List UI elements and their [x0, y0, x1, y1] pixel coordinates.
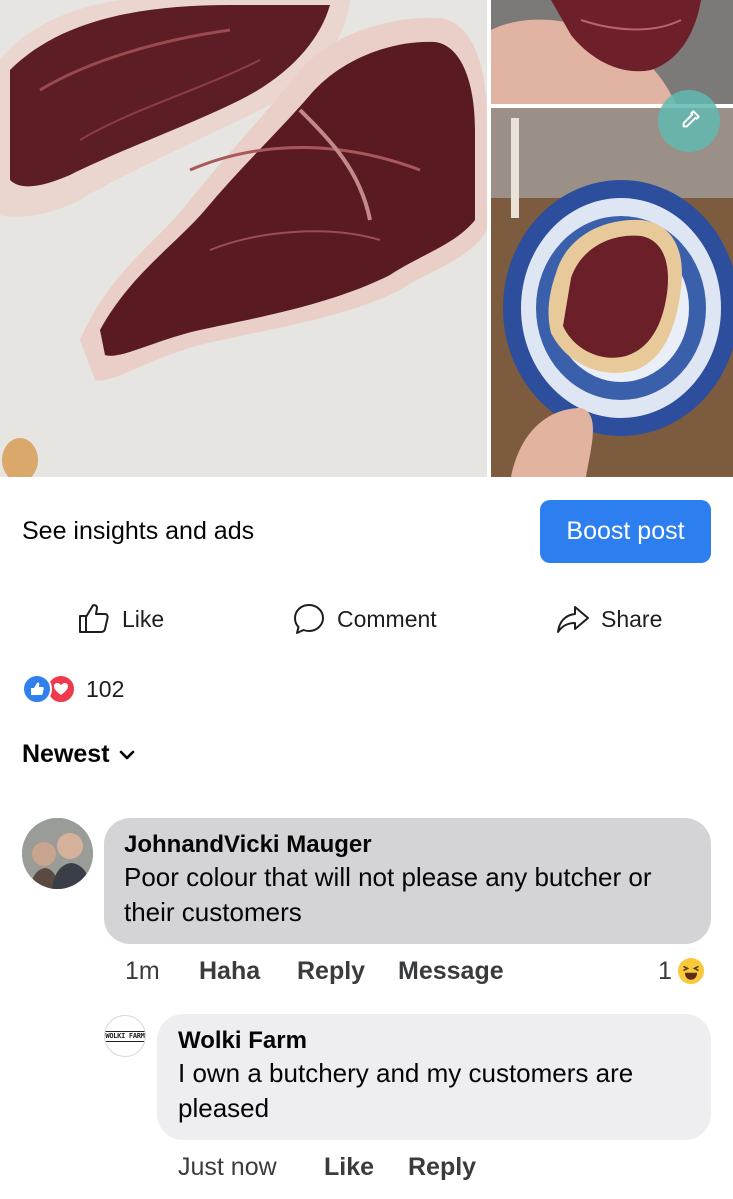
sort-label: Newest	[22, 740, 110, 768]
share-arrow-icon	[557, 606, 589, 633]
share-label: Share	[601, 605, 663, 632]
comment-button[interactable]: Comment	[291, 594, 437, 644]
eyedropper-icon	[682, 110, 700, 128]
reply-link[interactable]: Reply	[297, 957, 398, 986]
reply-link[interactable]: Reply	[408, 1153, 476, 1182]
comment-author[interactable]: Wolki Farm	[178, 1026, 690, 1056]
comment-text: I own a butchery and my customers are pl…	[178, 1058, 634, 1123]
comment-bubble-icon	[294, 604, 324, 634]
comment-meta: Just now Like Reply	[178, 1150, 476, 1184]
like-button[interactable]: Like	[76, 594, 164, 644]
message-link[interactable]: Message	[398, 957, 504, 986]
reply-bubble: Wolki Farm I own a butchery and my custo…	[157, 1014, 711, 1140]
comment-meta: 1m Haha Reply Message	[125, 954, 504, 988]
like-label: Like	[122, 605, 165, 632]
comment-sort-dropdown[interactable]: Newest	[22, 740, 136, 769]
comment-timestamp: Just now	[178, 1152, 277, 1181]
post-action-bar: Like Comment Share	[0, 594, 733, 644]
comment-timestamp: 1m	[125, 956, 160, 985]
comment-reaction-count: 1	[658, 956, 672, 985]
color-picker-button[interactable]	[658, 90, 720, 152]
see-insights-link[interactable]: See insights and ads	[22, 517, 254, 546]
wolki-farm-logo: WOLKI FARM	[105, 1030, 145, 1042]
share-button[interactable]: Share	[555, 594, 662, 644]
avatar[interactable]: WOLKI FARM	[104, 1015, 146, 1057]
laughing-emoji-icon	[675, 956, 706, 986]
comment-author[interactable]: JohnandVicki Mauger	[124, 830, 691, 860]
comment-reactions[interactable]: 1	[658, 954, 706, 988]
reaction-count: 102	[86, 675, 125, 702]
steak-photo-hand[interactable]	[491, 0, 733, 104]
like-link[interactable]: Like	[324, 1153, 408, 1182]
haha-reaction-link[interactable]: Haha	[199, 957, 297, 986]
boost-post-button[interactable]: Boost post	[540, 500, 711, 563]
steak-on-plate-photo[interactable]	[491, 108, 733, 477]
post-photo-grid	[0, 0, 733, 477]
chevron-down-icon	[119, 750, 134, 759]
comment-text: Poor colour that will not please any but…	[124, 862, 652, 927]
steak-photo-main[interactable]	[0, 0, 487, 477]
thumbs-up-icon	[79, 604, 109, 633]
comment-label: Comment	[337, 605, 437, 632]
comment-bubble: JohnandVicki Mauger Poor colour that wil…	[104, 818, 711, 944]
avatar[interactable]	[22, 818, 93, 889]
reactions-summary[interactable]: 102	[22, 673, 124, 705]
like-reaction-icon	[22, 674, 52, 704]
